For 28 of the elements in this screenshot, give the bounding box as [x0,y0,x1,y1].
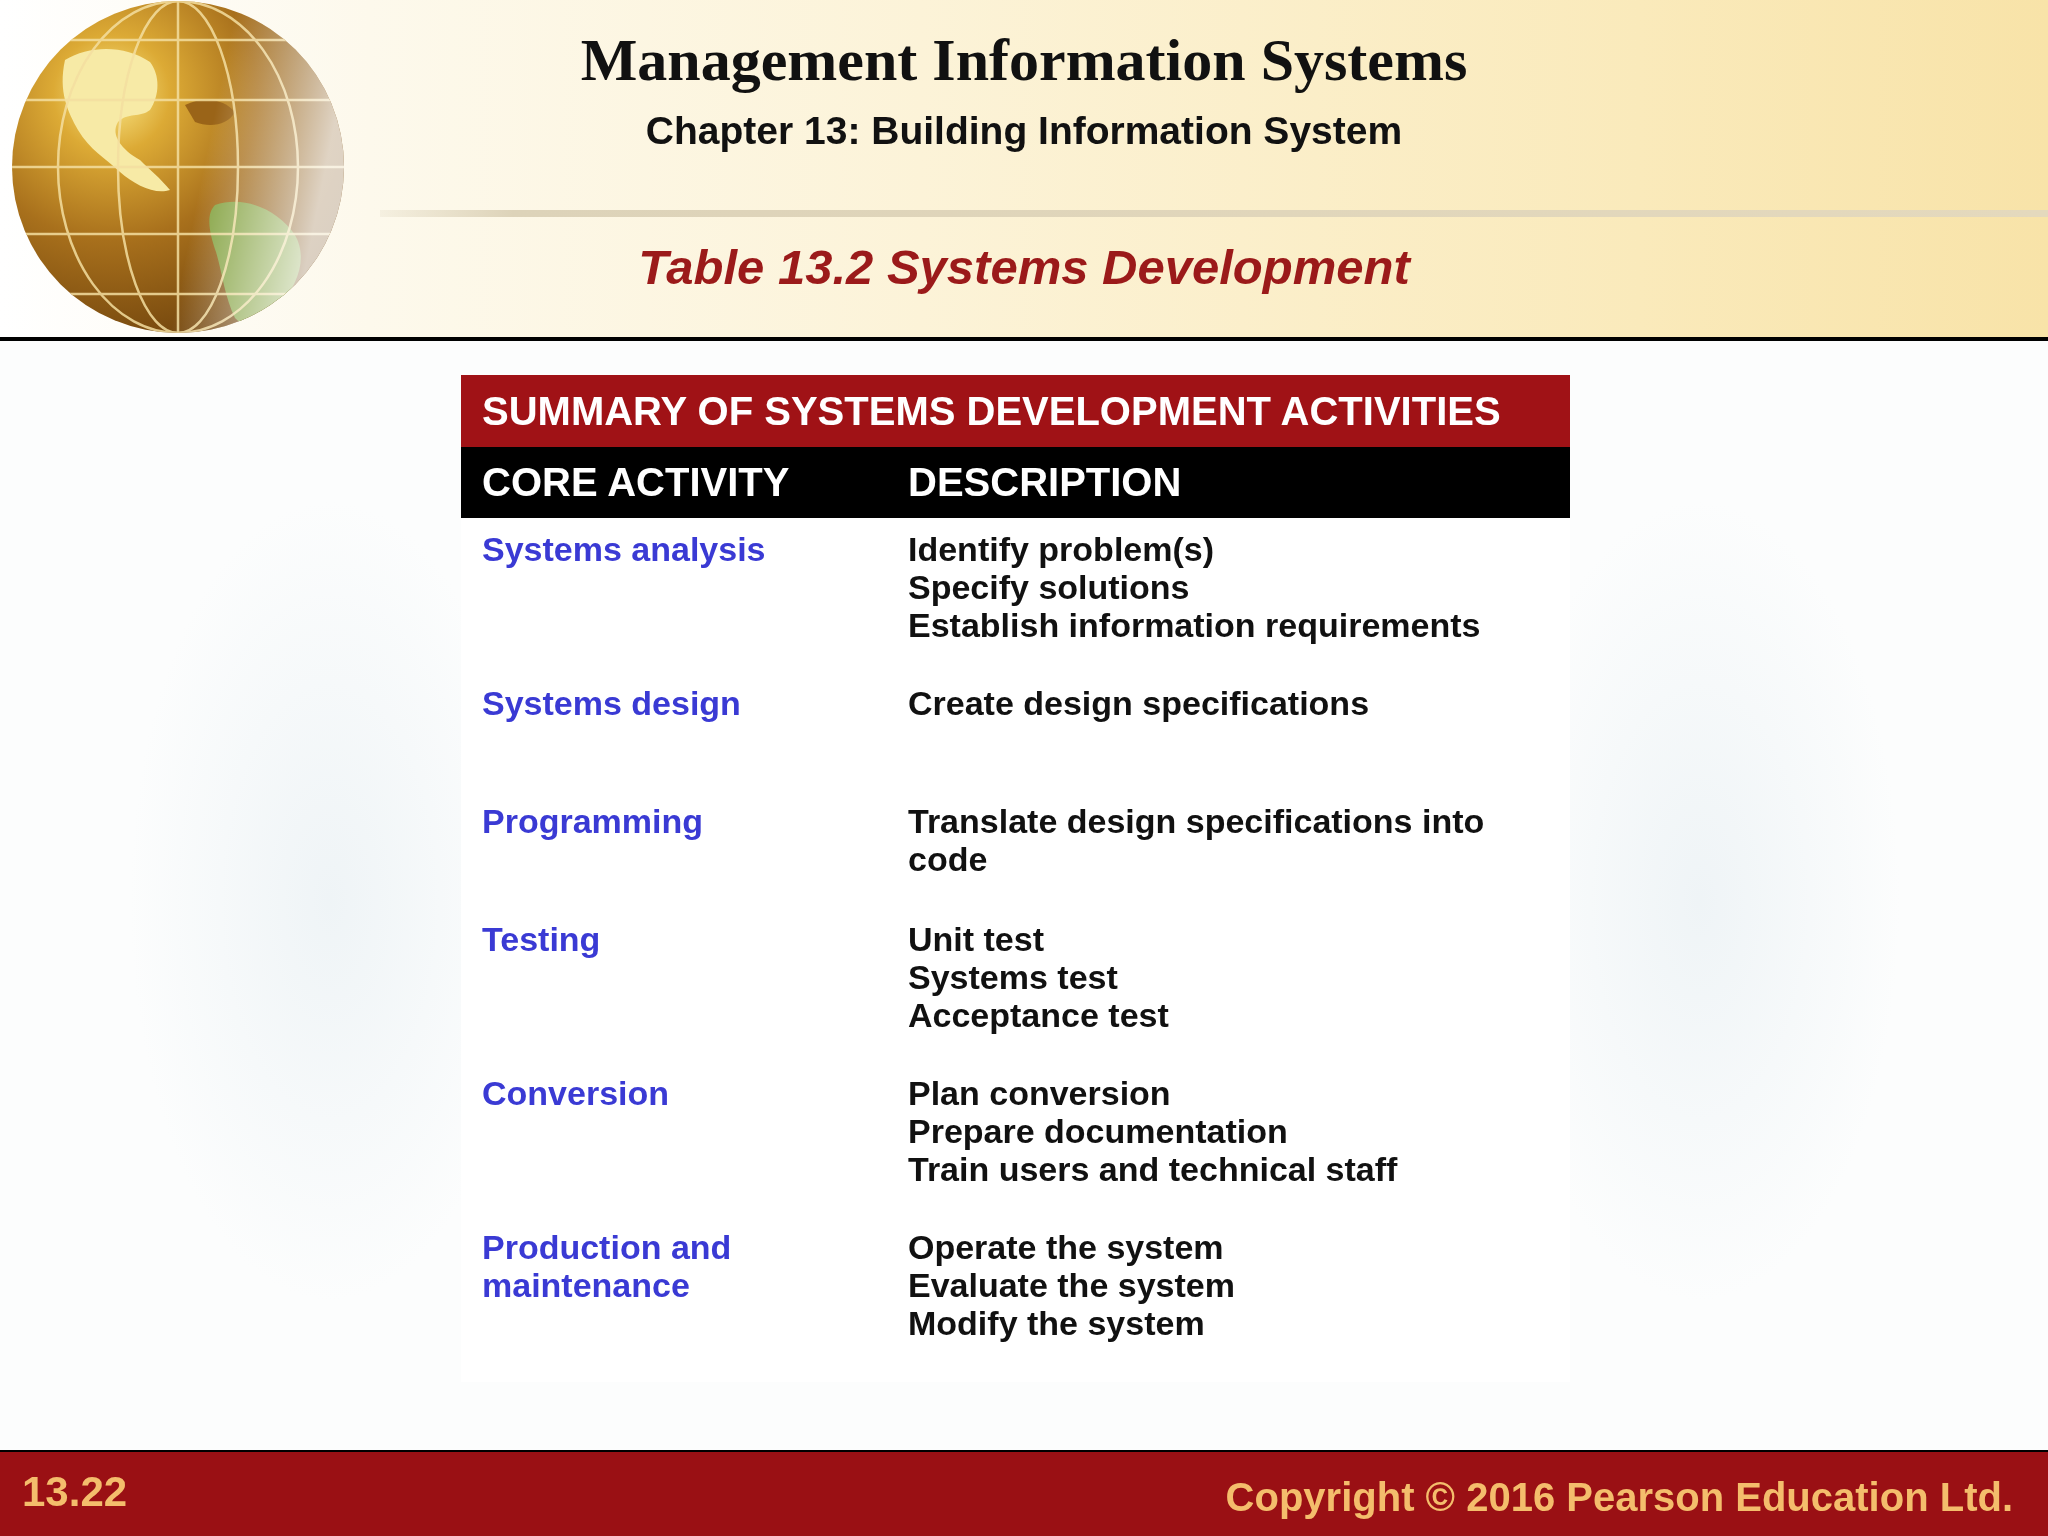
column-header: DESCRIPTION [908,460,1182,504]
activity-name: Conversion [482,1074,670,1112]
description-line: Operate the system [908,1228,1224,1266]
description-line: Translate design specifications into code [908,802,1485,878]
description-line: Prepare documentation [908,1112,1288,1150]
table-caption: SUMMARY OF SYSTEMS DEVELOPMENT ACTIVITIES [461,375,1570,447]
activity-name: Programming [482,802,704,840]
activity-name: Testing [482,920,601,958]
column-header: CORE ACTIVITY [482,460,790,504]
course-title: Management Information Systems [580,26,1468,94]
description-line: Modify the system [908,1304,1205,1342]
description-line: Evaluate the system [908,1266,1235,1304]
slide-heading: Table 13.2 Systems Development [638,239,1410,295]
description-line: Identify problem(s) [908,530,1215,568]
activity-name: Production and maintenance [482,1228,732,1304]
activity-name: Systems design [482,684,741,722]
description-line: Specify solutions [908,568,1190,606]
description-line: Acceptance test [908,996,1169,1034]
description-line: Plan conversion [908,1074,1171,1112]
copyright-notice: Copyright © 2016 Pearson Education Ltd. [1225,1474,2013,1520]
description-line: Train users and technical staff [908,1150,1398,1188]
slide-number: 13.22 [22,1468,128,1516]
chapter-subtitle: Chapter 13: Building Information System [645,108,1403,154]
description-line: Establish information requirements [908,606,1481,644]
activity-name: Systems analysis [482,530,766,568]
description-line: Create design specifications [908,684,1370,722]
description-line: Systems test [908,958,1118,996]
description-line: Unit test [908,920,1044,958]
